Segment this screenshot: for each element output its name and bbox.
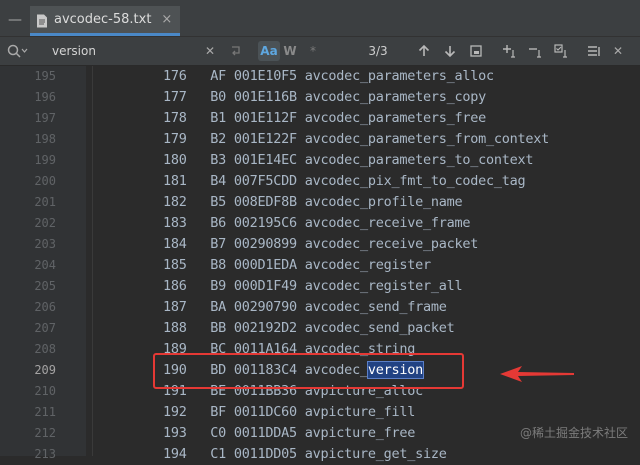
line-number: 210 [34,384,56,398]
line-number: 202 [34,216,56,230]
code-line[interactable]: 211 192 BF 0011DC60 avpicture_fill [0,402,640,423]
line-text: 179 B2 001E122F avcodec_parameters_from_… [163,131,550,147]
line-text: 178 B1 001E112F avcodec_parameters_free [163,110,486,126]
line-text: 185 B8 000D1EDA avcodec_register [163,257,431,273]
line-number: 198 [34,132,56,146]
line-number: 207 [34,321,56,335]
line-number: 208 [34,342,56,356]
line-text: 182 B5 008EDF8B avcodec_profile_name [163,194,463,210]
line-number: 204 [34,258,56,272]
line-text: 187 BA 00290790 avcodec_send_frame [163,299,447,315]
code-line[interactable]: 205 186 B9 000D1F49 avcodec_register_all [0,276,640,297]
line-text: 192 BF 0011DC60 avpicture_fill [163,404,416,420]
clear-search-icon[interactable]: ✕ [204,41,216,61]
unselect-occurrence-icon[interactable] [526,41,546,61]
code-line[interactable]: 201 182 B5 008EDF8B avcodec_profile_name [0,192,640,213]
line-number: 211 [34,405,56,419]
line-text: 188 BB 002192D2 avcodec_send_packet [163,320,455,336]
line-text: 177 B0 001E116B avcodec_parameters_copy [163,89,486,105]
search-input[interactable] [52,42,202,60]
line-text: 183 B6 002195C6 avcodec_receive_frame [163,215,471,231]
whole-words-button[interactable]: W [283,41,297,61]
line-number: 196 [34,90,56,104]
code-line[interactable]: 198 179 B2 001E122F avcodec_parameters_f… [0,129,640,150]
line-text: 181 B4 007F5CDD avcodec_pix_fmt_to_codec… [163,173,526,189]
line-number: 203 [34,237,56,251]
code-line[interactable]: 200 181 B4 007F5CDD avcodec_pix_fmt_to_c… [0,171,640,192]
code-line[interactable]: 206 187 BA 00290790 avcodec_send_frame [0,297,640,318]
code-line[interactable]: 204 185 B8 000D1EDA avcodec_register [0,255,640,276]
line-text: 193 C0 0011DDA5 avpicture_free [163,425,416,441]
tab-label: avcodec-58.txt [54,12,152,27]
tab-avcodec-58[interactable]: avcodec-58.txt × [30,6,181,36]
code-line[interactable]: 199 180 B3 001E14EC avcodec_parameters_t… [0,150,640,171]
line-text: 184 B7 00290899 avcodec_receive_packet [163,236,479,252]
line-text: 176 AF 001E10F5 avcodec_parameters_alloc [163,68,494,84]
text-file-icon [36,13,48,27]
filter-icon[interactable] [584,41,604,61]
annotation-red-box [153,353,464,389]
line-number: 206 [34,300,56,314]
line-number: 205 [34,279,56,293]
code-line[interactable]: 202 183 B6 002195C6 avcodec_receive_fram… [0,213,640,234]
line-number: 199 [34,153,56,167]
find-bar: ✕ Aa W * 3/3 ✕ [0,37,640,66]
search-icon[interactable] [6,43,28,63]
code-line[interactable]: 203 184 B7 00290899 avcodec_receive_pack… [0,234,640,255]
code-line[interactable]: 207 188 BB 002192D2 avcodec_send_packet [0,318,640,339]
code-line[interactable]: 196 177 B0 001E116B avcodec_parameters_c… [0,87,640,108]
new-line-icon[interactable] [228,41,244,61]
regex-button[interactable]: * [306,41,320,61]
line-number: 195 [34,69,56,83]
code-line[interactable]: 197 178 B1 001E112F avcodec_parameters_f… [0,108,640,129]
match-case-button[interactable]: Aa [258,41,280,61]
code-line[interactable]: 213 194 C1 0011DD05 avpicture_get_size [0,444,640,465]
line-number: 209 [34,363,56,377]
annotation-arrow-icon [500,366,574,382]
line-number: 200 [34,174,56,188]
editor-tab-bar: — avcodec-58.txt × [0,6,640,37]
line-text: 186 B9 000D1F49 avcodec_register_all [163,278,463,294]
minimize-icon[interactable]: — [8,12,22,28]
watermark: @稀土掘金技术社区 [519,426,628,440]
next-occurrence-icon[interactable] [440,41,460,61]
select-all-occurrences-icon[interactable] [552,41,572,61]
line-number: 197 [34,111,56,125]
open-in-window-icon[interactable] [466,41,486,61]
line-text: 194 C1 0011DD05 avpicture_get_size [163,446,447,462]
close-search-icon[interactable]: ✕ [610,41,626,61]
close-icon[interactable]: × [161,12,172,27]
code-line[interactable]: 195 176 AF 001E10F5 avcodec_parameters_a… [0,66,640,87]
line-number: 201 [34,195,56,209]
match-count: 3/3 [368,44,388,58]
add-selection-icon[interactable] [500,41,520,61]
previous-occurrence-icon[interactable] [414,41,434,61]
line-text: 180 B3 001E14EC avcodec_parameters_to_co… [163,152,534,168]
line-number: 213 [34,447,56,461]
line-number: 212 [34,426,56,440]
